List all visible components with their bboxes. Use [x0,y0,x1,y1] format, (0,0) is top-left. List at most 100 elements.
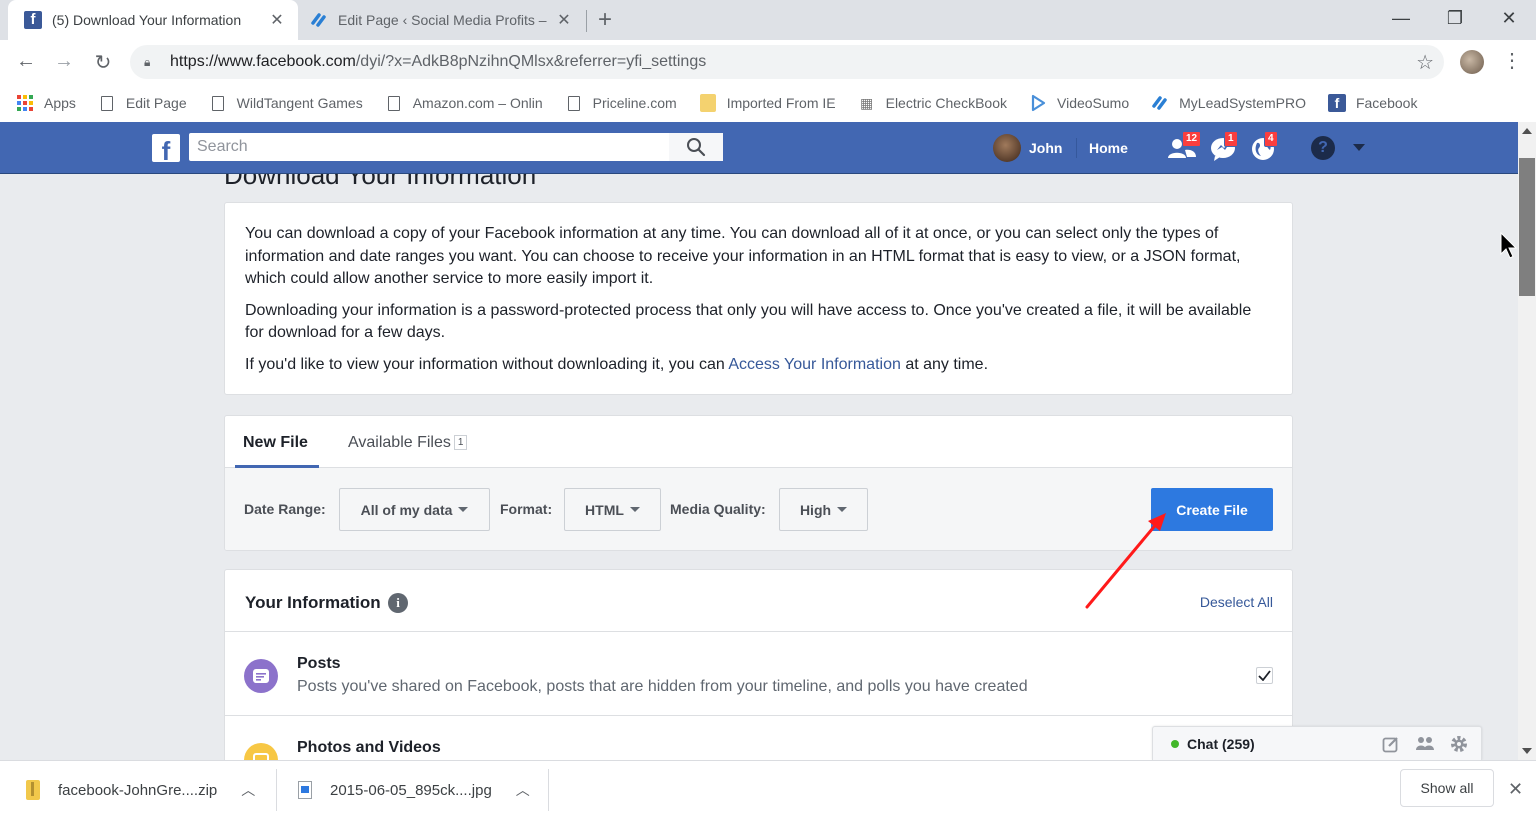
messages-badge: 1 [1224,131,1238,147]
chat-bar[interactable]: Chat (259) [1152,726,1482,760]
download-shelf: facebook-JohnGre....zip ︿ 2015-06-05_895… [0,760,1536,818]
new-tab-button[interactable]: + [598,6,612,34]
tab-title: Edit Page ‹ Social Media Profits – [338,12,547,28]
forward-icon[interactable]: → [52,50,76,73]
download-item[interactable]: facebook-JohnGre....zip ︿ [26,761,255,819]
create-file-button[interactable]: Create File [1151,488,1273,531]
category-row-photos-videos[interactable]: Photos and Videos [225,716,1292,760]
date-range-dropdown[interactable]: All of my data [339,488,490,531]
search-button[interactable] [669,133,723,161]
online-status-icon [1171,739,1179,748]
chevron-up-icon[interactable]: ︿ [241,780,255,800]
category-checkbox[interactable] [1256,667,1273,684]
facebook-icon: f [24,11,42,29]
minimize-button[interactable]: — [1376,0,1426,36]
bookmark-imported-from-ie[interactable]: Imported From IE [699,94,836,112]
category-row-posts[interactable]: Posts Posts you've shared on Facebook, p… [225,632,1292,716]
search-input[interactable] [189,133,669,161]
bookmark-priceline[interactable]: Priceline.com [565,94,677,112]
intro-paragraph: You can download a copy of your Facebook… [245,225,1241,287]
menu-icon[interactable]: ⋮ [1502,48,1522,73]
facebook-logo[interactable]: f [152,134,180,162]
download-filename: 2015-06-05_895ck....jpg [330,781,492,799]
chevron-up-icon[interactable]: ︿ [516,780,530,800]
chat-settings-gear-icon[interactable] [1449,734,1469,754]
show-all-button[interactable]: Show all [1400,769,1494,807]
address-bar[interactable]: 🔒︎ https://www.facebook.com/dyi/?x=AdkB8… [130,45,1444,79]
page-icon [385,94,403,112]
your-information-card: Your Information i Deselect All Posts Po… [224,569,1293,760]
page-scrollbar[interactable] [1518,122,1536,760]
chevron-down-icon [458,507,469,512]
file-options: Date Range: All of my data Format: HTML … [225,468,1292,550]
lock-icon: 🔒︎ [144,54,151,69]
account-menu-caret-icon[interactable] [1353,144,1365,151]
bookmarks-bar: Apps Edit Page WildTangent Games Amazon.… [0,84,1536,122]
your-information-header: Your Information i Deselect All [225,570,1292,632]
notifications-badge: 4 [1264,131,1278,147]
checkbook-icon: ▦ [859,94,874,111]
close-shelf-icon[interactable]: ✕ [1508,779,1523,800]
create-group-icon[interactable] [1415,734,1435,754]
bookmark-electric-checkbook[interactable]: ▦ Electric CheckBook [858,94,1007,112]
chevron-down-icon [837,507,848,512]
close-tab-icon[interactable]: ✕ [264,10,290,30]
tab-separator [586,10,587,32]
bookmark-wildtangent[interactable]: WildTangent Games [209,94,363,112]
access-your-information-link[interactable]: Access Your Information [728,356,901,373]
bookmark-facebook[interactable]: f Facebook [1327,94,1417,112]
scroll-up-icon[interactable] [1522,128,1532,134]
media-quality-dropdown[interactable]: High [779,488,868,531]
search-box [189,133,723,161]
tab-title: (5) Download Your Information [52,12,242,28]
page-icon [209,94,227,112]
date-range-label: Date Range: [244,501,326,517]
tab-strip: f (5) Download Your Information ✕ Edit P… [0,0,1536,40]
scrollbar-thumb[interactable] [1519,158,1535,296]
friend-requests-badge: 12 [1182,131,1202,147]
tab-new-file[interactable]: New File [243,434,308,452]
tab-edit-page[interactable]: Edit Page ‹ Social Media Profits – ✕ [300,0,585,40]
help-icon[interactable]: ? [1311,136,1335,160]
category-title: Photos and Videos [297,739,441,756]
page-viewport: Download Your Information f John Home 12… [0,122,1518,760]
bookmark-star-icon[interactable]: ☆ [1416,50,1434,75]
bookmark-amazon[interactable]: Amazon.com – Onlin [385,94,543,112]
tab-download-your-information[interactable]: f (5) Download Your Information ✕ [8,0,298,40]
home-link[interactable]: Home [1089,140,1128,156]
format-label: Format: [500,501,553,517]
chevron-down-icon [629,507,640,512]
bookmark-videosumo[interactable]: VideoSumo [1029,94,1129,112]
messages-button[interactable]: 1 [1208,131,1240,162]
bookmark-edit-page[interactable]: Edit Page [98,94,187,112]
notifications-button[interactable]: 4 [1248,131,1280,162]
image-file-icon [298,781,312,799]
close-tab-icon[interactable]: ✕ [551,10,577,30]
back-icon[interactable]: ← [14,50,38,73]
mouse-cursor-icon [1500,232,1518,259]
deselect-all-link[interactable]: Deselect All [1200,594,1273,610]
category-description: Posts you've shared on Facebook, posts t… [297,678,1028,695]
download-item[interactable]: 2015-06-05_895ck....jpg ︿ [298,761,530,819]
url-text: https://www.facebook.com/dyi/?x=AdkB8pNz… [170,53,707,70]
friend-requests-button[interactable]: 12 [1166,131,1202,162]
facebook-icon: f [1327,94,1346,112]
profile-avatar[interactable] [1460,50,1484,74]
new-file-card: New File Available Files 1 Date Range: Al… [224,415,1293,551]
tab-available-files[interactable]: Available Files 1 [348,434,468,452]
format-dropdown[interactable]: HTML [564,488,661,531]
new-message-icon[interactable] [1381,734,1401,754]
apps-grid-icon [16,94,34,112]
reload-icon[interactable]: ↻ [91,50,115,75]
zip-file-icon [26,780,40,800]
profile-link[interactable]: John [993,134,1062,162]
close-window-button[interactable]: ✕ [1484,0,1534,36]
info-icon[interactable]: i [388,593,408,613]
divider [548,769,549,811]
scroll-down-icon[interactable] [1522,748,1532,754]
bookmark-apps[interactable]: Apps [16,94,76,112]
link-icon [1151,94,1169,112]
bookmark-myleadsystempro[interactable]: MyLeadSystemPRO [1151,94,1306,112]
your-information-title: Your Information [245,593,381,612]
restore-button[interactable]: ❐ [1430,0,1480,36]
